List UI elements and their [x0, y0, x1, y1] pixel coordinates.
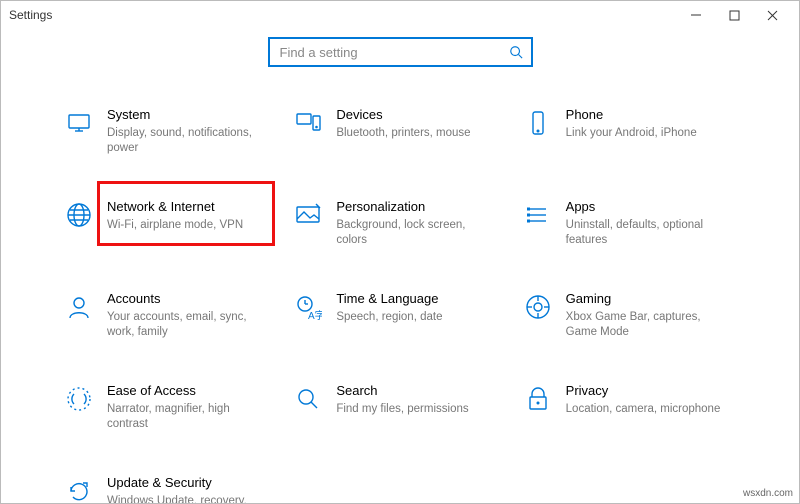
settings-grid: System Display, sound, notifications, pow…	[61, 103, 739, 503]
tile-description: Find my files, permissions	[336, 402, 468, 418]
tile-description: Link your Android, iPhone	[566, 126, 697, 142]
tile-description: Display, sound, notifications, power	[107, 126, 267, 157]
settings-tile-phone[interactable]: Phone Link your Android, iPhone	[520, 103, 739, 161]
window-title: Settings	[9, 8, 52, 22]
tile-description: Narrator, magnifier, high contrast	[107, 402, 267, 433]
time-icon	[294, 293, 322, 321]
privacy-icon	[524, 385, 552, 413]
settings-tile-devices[interactable]: Devices Bluetooth, printers, mouse	[290, 103, 509, 161]
tile-title: Personalization	[336, 199, 496, 216]
tile-description: Location, camera, microphone	[566, 402, 721, 418]
tile-title: Ease of Access	[107, 383, 267, 400]
network-icon	[65, 201, 93, 229]
tile-description: Uninstall, defaults, optional features	[566, 218, 726, 249]
tile-title: Accounts	[107, 291, 267, 308]
tile-description: Bluetooth, printers, mouse	[336, 126, 470, 142]
settings-tile-time[interactable]: Time & Language Speech, region, date	[290, 287, 509, 345]
close-button[interactable]	[753, 1, 791, 29]
tile-title: Privacy	[566, 383, 721, 400]
content-area: System Display, sound, notifications, pow…	[1, 29, 799, 503]
system-icon	[65, 109, 93, 137]
settings-tile-accounts[interactable]: Accounts Your accounts, email, sync, work…	[61, 287, 280, 345]
settings-tile-apps[interactable]: Apps Uninstall, defaults, optional featur…	[520, 195, 739, 253]
tile-text: Update & Security Windows Update, recover…	[107, 475, 267, 503]
titlebar: Settings	[1, 1, 799, 29]
search-icon	[509, 45, 523, 59]
tile-text: System Display, sound, notifications, pow…	[107, 107, 267, 157]
tile-text: Phone Link your Android, iPhone	[566, 107, 697, 141]
search-icon	[294, 385, 322, 413]
maximize-button[interactable]	[715, 1, 753, 29]
minimize-button[interactable]	[677, 1, 715, 29]
tile-text: Network & Internet Wi-Fi, airplane mode, …	[107, 199, 243, 233]
tile-text: Devices Bluetooth, printers, mouse	[336, 107, 470, 141]
tile-text: Search Find my files, permissions	[336, 383, 468, 417]
tile-text: Privacy Location, camera, microphone	[566, 383, 721, 417]
tile-description: Background, lock screen, colors	[336, 218, 496, 249]
tile-title: Network & Internet	[107, 199, 243, 216]
search-wrap	[61, 37, 739, 67]
settings-window: Settings System Display, sound, notificat…	[0, 0, 800, 504]
tile-text: Gaming Xbox Game Bar, captures, Game Mode	[566, 291, 726, 341]
tile-text: Personalization Background, lock screen, …	[336, 199, 496, 249]
ease-icon	[65, 385, 93, 413]
accounts-icon	[65, 293, 93, 321]
tile-text: Accounts Your accounts, email, sync, work…	[107, 291, 267, 341]
settings-tile-gaming[interactable]: Gaming Xbox Game Bar, captures, Game Mode	[520, 287, 739, 345]
settings-tile-network[interactable]: Network & Internet Wi-Fi, airplane mode, …	[61, 195, 280, 253]
apps-icon	[524, 201, 552, 229]
tile-title: Devices	[336, 107, 470, 124]
tile-title: Apps	[566, 199, 726, 216]
search-box[interactable]	[268, 37, 533, 67]
tile-text: Time & Language Speech, region, date	[336, 291, 442, 325]
tile-description: Your accounts, email, sync, work, family	[107, 310, 267, 341]
tile-text: Apps Uninstall, defaults, optional featur…	[566, 199, 726, 249]
settings-tile-update[interactable]: Update & Security Windows Update, recover…	[61, 471, 280, 503]
gaming-icon	[524, 293, 552, 321]
settings-tile-system[interactable]: System Display, sound, notifications, pow…	[61, 103, 280, 161]
watermark: wsxdn.com	[743, 488, 793, 499]
tile-title: Phone	[566, 107, 697, 124]
tile-description: Wi-Fi, airplane mode, VPN	[107, 218, 243, 234]
personal-icon	[294, 201, 322, 229]
search-input[interactable]	[278, 44, 509, 61]
settings-tile-search[interactable]: Search Find my files, permissions	[290, 379, 509, 437]
tile-text: Ease of Access Narrator, magnifier, high …	[107, 383, 267, 433]
tile-title: Search	[336, 383, 468, 400]
settings-tile-privacy[interactable]: Privacy Location, camera, microphone	[520, 379, 739, 437]
tile-description: Windows Update, recovery, backup	[107, 494, 267, 503]
update-icon	[65, 477, 93, 503]
tile-title: Update & Security	[107, 475, 267, 492]
tile-title: System	[107, 107, 267, 124]
tile-title: Time & Language	[336, 291, 442, 308]
phone-icon	[524, 109, 552, 137]
tile-description: Speech, region, date	[336, 310, 442, 326]
devices-icon	[294, 109, 322, 137]
settings-tile-ease[interactable]: Ease of Access Narrator, magnifier, high …	[61, 379, 280, 437]
settings-tile-personal[interactable]: Personalization Background, lock screen, …	[290, 195, 509, 253]
tile-description: Xbox Game Bar, captures, Game Mode	[566, 310, 726, 341]
tile-title: Gaming	[566, 291, 726, 308]
window-controls	[677, 1, 791, 29]
